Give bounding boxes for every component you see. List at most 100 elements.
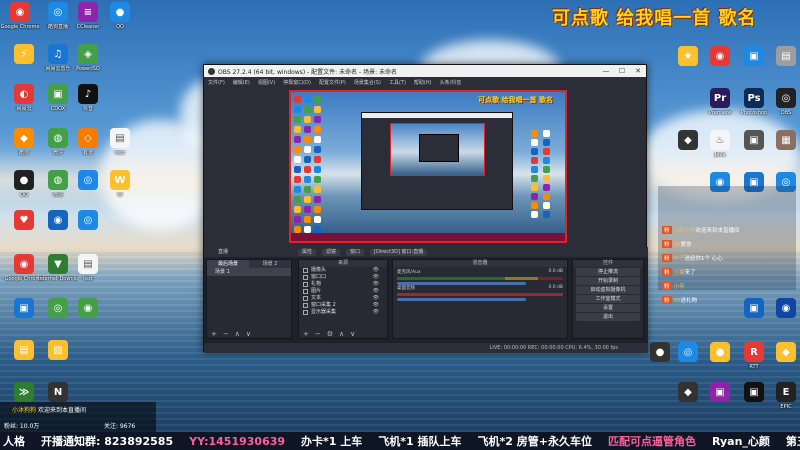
preview-desktop-icon — [304, 146, 311, 153]
chat-username: 飞机小号 — [673, 228, 696, 234]
menu-item[interactable]: 工具(T) — [389, 79, 406, 86]
ticker-item: 人格 — [3, 435, 25, 448]
obs-preview[interactable]: 可点歌 给我唱一首 歌名 — [289, 90, 567, 243]
desktop-icon[interactable]: E EPIC — [766, 382, 800, 410]
obs-titlebar[interactable]: OBS 27.2.4 (64 bit, windows) - 配置文件: 未命名… — [204, 65, 646, 77]
menu-item[interactable]: 配置文件(P) — [319, 79, 346, 86]
control-button[interactable]: 停止推流 — [576, 268, 640, 276]
remove-icon[interactable]: − — [315, 330, 321, 338]
visibility-icon[interactable]: 👁 — [373, 281, 379, 288]
app-icon: ◎ — [78, 170, 98, 190]
source-item[interactable]: 图片 👁 — [299, 288, 387, 295]
app-icon: N — [48, 382, 68, 402]
source-label: 图片 — [311, 288, 322, 294]
scene-tab[interactable]: 最后场景 — [207, 260, 249, 268]
chat-text: 爱你 — [680, 242, 692, 248]
visibility-icon[interactable]: 👁 — [373, 267, 379, 274]
add-icon[interactable]: + — [303, 330, 309, 338]
desktop-icon[interactable]: ◉ — [68, 298, 108, 320]
desktop-icon[interactable]: ◉ Google Chrome — [0, 2, 40, 30]
source-item[interactable]: 窗口采集 2 👁 — [299, 302, 387, 309]
toolbar-button[interactable]: 属性 — [298, 248, 317, 256]
desktop-icon-label: 微信 — [52, 192, 63, 198]
source-type-icon — [303, 275, 308, 280]
ticker-item: 匹配可点逼管角色 — [608, 435, 696, 448]
fan-badge: 粉 — [662, 240, 672, 248]
menu-item[interactable]: 头条/抖音 — [440, 79, 462, 86]
toolbar-button[interactable]: 窗口 — [346, 248, 365, 256]
source-item[interactable]: 显示器采集 👁 — [299, 309, 387, 316]
menu-item[interactable]: 帮助(H) — [414, 79, 432, 86]
app-icon: ◉ — [776, 298, 796, 318]
down-icon[interactable]: ∨ — [246, 330, 251, 338]
source-item[interactable]: 摄像头 👁 — [299, 267, 387, 274]
remove-icon[interactable]: − — [223, 330, 229, 338]
source-item[interactable]: 礼物 👁 — [299, 281, 387, 288]
preview-desktop-icon — [294, 216, 301, 223]
desktop-icon[interactable]: ◈ PowerISO — [68, 44, 108, 72]
desktop-icon[interactable]: WW — [100, 170, 140, 198]
control-button[interactable]: 工作室模式 — [576, 295, 640, 303]
minimize-icon[interactable]: — — [598, 67, 614, 75]
visibility-icon[interactable]: 👁 — [373, 302, 379, 309]
desktop-icon[interactable]: N — [38, 382, 78, 404]
add-icon[interactable]: + — [211, 330, 217, 338]
preview-desktop-icon — [531, 193, 538, 200]
menu-item[interactable]: 视图(V) — [258, 79, 275, 86]
desktop-icon[interactable]: ▤ text — [68, 254, 108, 282]
up-icon[interactable]: ∧ — [339, 330, 344, 338]
control-button[interactable]: 设置 — [576, 304, 640, 312]
menu-item[interactable]: 文件(F) — [208, 79, 225, 86]
menu-item[interactable]: 停靠窗口(D) — [283, 79, 311, 86]
app-icon: ◎ — [776, 88, 796, 108]
gear-icon[interactable]: ⚙ — [327, 330, 333, 338]
control-button[interactable]: 退出 — [576, 313, 640, 321]
control-button[interactable]: 开始录制 — [576, 277, 640, 285]
desktop-icon[interactable]: ◉ — [766, 298, 800, 320]
desktop-icon[interactable]: ◎ — [68, 210, 108, 232]
toolbar-button[interactable]: [Direct3D] 窗口:直播 — [370, 248, 428, 256]
source-item[interactable]: 窗口口 👁 — [299, 274, 387, 281]
preview-desktop-icon — [531, 184, 538, 191]
source-label: 摄像头 — [311, 267, 327, 273]
visibility-icon[interactable]: 👁 — [373, 274, 379, 281]
obs-window[interactable]: OBS 27.2.4 (64 bit, windows) - 配置文件: 未命名… — [203, 64, 648, 353]
desktop-icon[interactable]: ♪ 抖音 — [68, 84, 108, 112]
volume-slider[interactable] — [397, 298, 527, 301]
app-icon: ◉ — [78, 298, 98, 318]
up-icon[interactable]: ∧ — [235, 330, 240, 338]
preview-desktop-icon — [531, 130, 538, 137]
toolbar-button[interactable]: 滤镜 — [322, 248, 341, 256]
preview-desktop-icon — [294, 226, 301, 233]
close-icon[interactable]: ✕ — [630, 67, 646, 75]
desktop-icon[interactable]: ◎ OBS — [766, 88, 800, 116]
ticker-item: 飞机*1 插队上车 — [378, 435, 462, 448]
maximize-icon[interactable]: ☐ — [614, 67, 630, 75]
scene-tab[interactable]: 场景 2 — [249, 260, 291, 268]
control-button[interactable]: 启动虚拟摄像机 — [576, 286, 640, 294]
app-icon: ◎ — [678, 342, 698, 362]
desktop-icon[interactable]: ▤ — [766, 46, 800, 68]
desktop-icon-label: text — [83, 276, 93, 282]
visibility-icon[interactable]: 👁 — [373, 288, 379, 295]
preview-desktop-icon — [304, 196, 311, 203]
visibility-icon[interactable]: 👁 — [373, 295, 379, 302]
desktop-icon[interactable]: ▦ — [766, 130, 800, 152]
desktop-icon[interactable]: ▤ text — [100, 128, 140, 156]
visibility-icon[interactable]: 👁 — [373, 309, 379, 316]
desktop-icon[interactable]: ● QQ — [100, 2, 140, 30]
desktop-icon[interactable]: ◆ — [766, 342, 800, 364]
app-icon: E — [776, 382, 796, 402]
scene-item[interactable]: 场景 1 — [207, 268, 291, 276]
desktop-icon[interactable]: ▧ — [38, 340, 78, 362]
down-icon[interactable]: ∨ — [350, 330, 355, 338]
source-item[interactable]: 文本 👁 — [299, 295, 387, 302]
menu-item[interactable]: 场景集合(S) — [354, 79, 381, 86]
preview-desktop-icon — [304, 116, 311, 123]
menu-item[interactable]: 编辑(E) — [233, 79, 250, 86]
follow-count: 关注: 9676 — [104, 423, 136, 430]
desktop-icon-label: PowerISO — [76, 66, 100, 72]
ticker-item: 开播通知群: 823892585 — [41, 435, 174, 448]
source-label: 窗口采集 2 — [311, 302, 336, 308]
app-icon: ◆ — [678, 382, 698, 402]
